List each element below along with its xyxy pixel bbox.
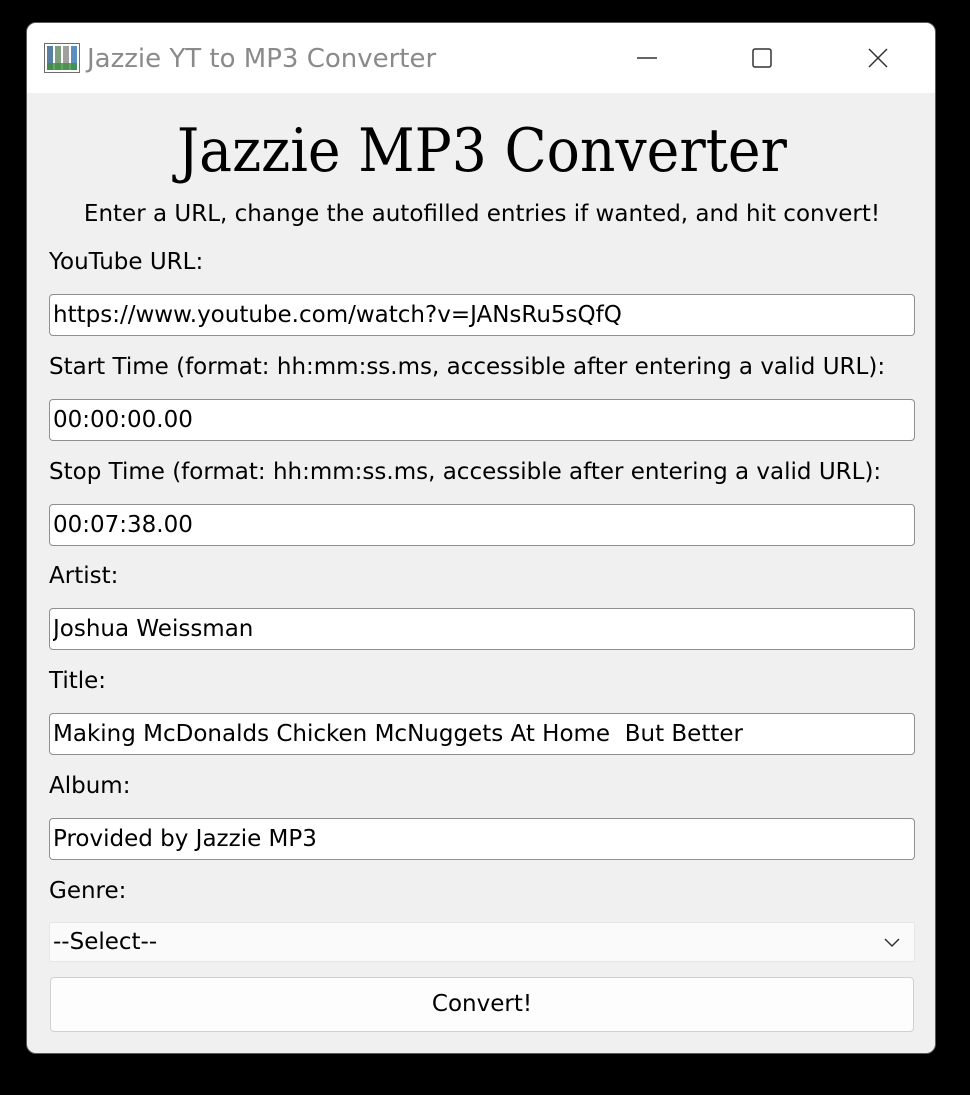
page-title: Jazzie MP3 Converter [177,116,787,186]
title-input[interactable] [49,713,915,755]
start-time-input[interactable] [49,399,915,441]
title-bar[interactable]: Jazzie YT to MP3 Converter [27,23,935,93]
window-title: Jazzie YT to MP3 Converter [87,44,437,74]
minimize-button[interactable] [592,23,702,93]
artist-label: Artist: [49,563,119,589]
stop-time-label: Stop Time (format: hh:mm:ss.ms, accessib… [49,459,882,485]
maximize-button[interactable] [707,23,817,93]
close-icon [868,48,888,68]
maximize-icon [752,48,772,68]
app-icon [44,43,80,73]
album-label: Album: [49,773,131,799]
start-time-label: Start Time (format: hh:mm:ss.ms, accessi… [49,354,886,380]
convert-button[interactable]: Convert! [50,977,914,1032]
genre-select[interactable]: --Select-- [49,922,915,962]
title-label: Title: [49,668,107,694]
url-label: YouTube URL: [49,249,204,275]
close-button[interactable] [823,23,933,93]
url-input[interactable] [49,294,915,336]
main-content: Jazzie MP3 Converter Enter a URL, change… [27,93,935,1053]
minimize-icon [637,57,657,59]
artist-input[interactable] [49,608,915,650]
genre-select-value: --Select-- [53,929,158,955]
genre-label: Genre: [49,878,127,904]
album-input[interactable] [49,818,915,860]
stop-time-input[interactable] [49,504,915,546]
app-window: Jazzie YT to MP3 Converter Jazzie MP3 Co… [26,22,936,1054]
instructions-text: Enter a URL, change the autofilled entri… [83,201,881,227]
chevron-down-icon [884,938,900,948]
